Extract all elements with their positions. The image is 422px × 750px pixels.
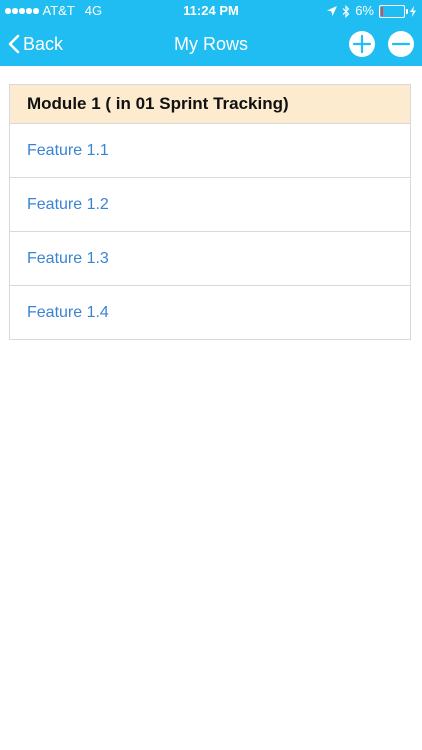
plus-circle-icon <box>352 34 372 54</box>
location-arrow-icon <box>327 6 338 16</box>
remove-button[interactable] <box>388 31 414 57</box>
app-header: AT&T 4G 11:24 PM 6% Back My Rows <box>0 0 422 66</box>
status-bar: AT&T 4G 11:24 PM 6% <box>0 0 422 22</box>
list-item[interactable]: Feature 1.3 <box>10 232 410 286</box>
minus-circle-icon <box>391 42 411 46</box>
list-item[interactable]: Feature 1.4 <box>10 286 410 339</box>
add-button[interactable] <box>349 31 375 57</box>
status-right: 6% <box>327 0 416 22</box>
battery-level <box>381 6 383 16</box>
battery-percent: 6% <box>355 3 374 18</box>
navigation-bar: Back My Rows <box>0 22 422 66</box>
rows-section: Module 1 ( in 01 Sprint Tracking) Featur… <box>9 84 411 340</box>
bluetooth-icon <box>342 4 350 18</box>
list-item[interactable]: Feature 1.2 <box>10 178 410 232</box>
section-header: Module 1 ( in 01 Sprint Tracking) <box>10 85 410 124</box>
list-item[interactable]: Feature 1.1 <box>10 124 410 178</box>
charging-bolt-icon <box>410 5 416 17</box>
battery-icon <box>379 4 408 18</box>
